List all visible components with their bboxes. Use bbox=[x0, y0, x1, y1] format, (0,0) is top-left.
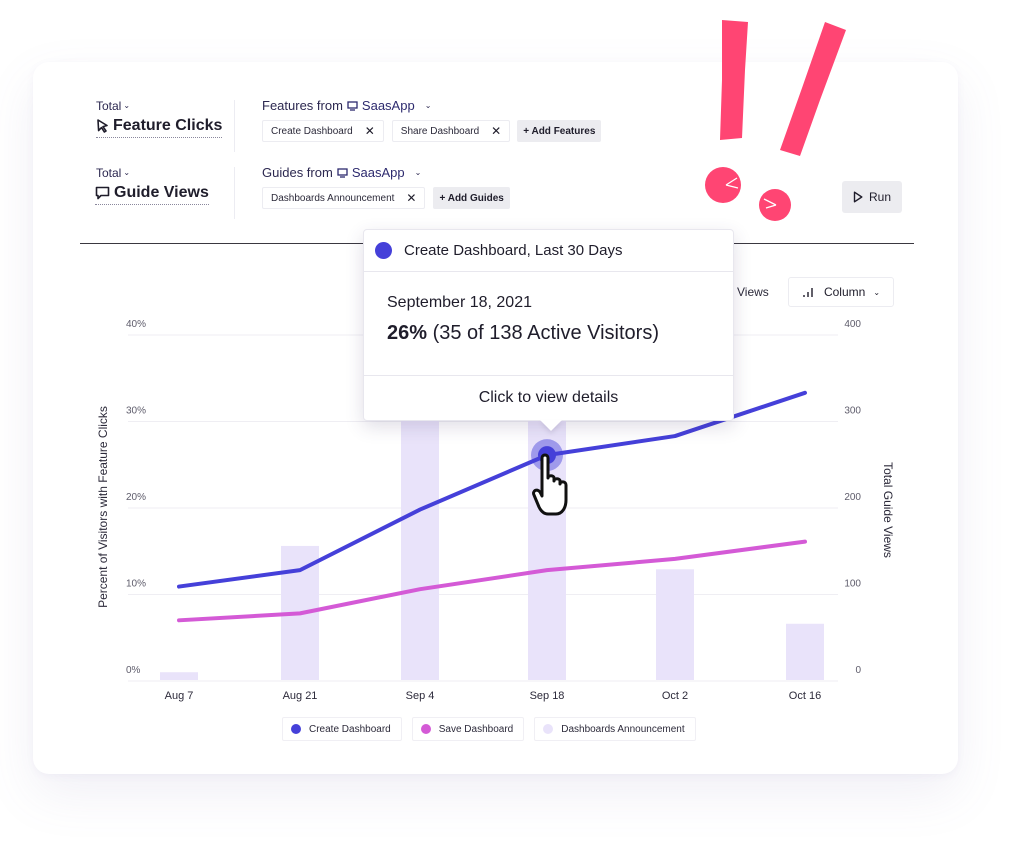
right-axis-tick: 0 bbox=[855, 665, 861, 676]
legend-item-dashboards-announcement[interactable]: Dashboards Announcement bbox=[534, 717, 696, 741]
line-save-dashboard bbox=[177, 539, 807, 623]
left-axis-tick: 0% bbox=[126, 665, 141, 676]
x-axis-tick: Oct 2 bbox=[662, 690, 688, 702]
right-axis-title: Total Guide Views bbox=[881, 462, 895, 558]
left-axis-title: Percent of Visitors with Feature Clicks bbox=[96, 406, 110, 608]
left-axis-tick: 30% bbox=[126, 406, 146, 417]
series-dot bbox=[375, 242, 392, 259]
tooltip-series: Create Dashboard, Last 30 Days bbox=[404, 242, 623, 259]
right-axis-tick: 400 bbox=[844, 319, 861, 330]
tooltip-date: September 18, 2021 bbox=[387, 294, 532, 311]
left-axis-tick: 10% bbox=[126, 579, 146, 590]
x-axis-tick: Sep 4 bbox=[406, 690, 435, 702]
legend-label: Save Dashboard bbox=[438, 723, 514, 735]
right-axis-tick: 300 bbox=[844, 406, 861, 417]
view-details-link[interactable]: Click to view details bbox=[364, 376, 733, 420]
bar-dashboards-announcement bbox=[528, 394, 566, 680]
tooltip-percent: 26% bbox=[387, 322, 428, 344]
exclamation-marks-icon bbox=[705, 20, 846, 221]
legend-item-save-dashboard[interactable]: Save Dashboard bbox=[411, 717, 525, 741]
x-axis-tick: Aug 7 bbox=[165, 690, 194, 702]
legend: Create Dashboard Save Dashboard Dashboar… bbox=[282, 717, 696, 741]
legend-dot bbox=[420, 724, 431, 734]
bar-dashboards-announcement bbox=[786, 623, 824, 680]
bar-dashboards-announcement bbox=[401, 394, 439, 680]
tooltip-body: September 18, 2021 26% (35 of 138 Active… bbox=[364, 272, 733, 376]
tooltip-header: Create Dashboard, Last 30 Days bbox=[364, 230, 733, 272]
tooltip-value: 26% (35 of 138 Active Visitors) bbox=[387, 322, 733, 345]
tooltip-arrow bbox=[540, 420, 562, 431]
left-axis-tick: 20% bbox=[126, 492, 146, 503]
x-axis-tick: Aug 21 bbox=[283, 690, 318, 702]
hand-pointer-icon bbox=[532, 453, 568, 516]
legend-label: Dashboards Announcement bbox=[561, 723, 685, 735]
left-axis-tick: 40% bbox=[126, 319, 146, 330]
right-axis-tick: 100 bbox=[844, 579, 861, 590]
legend-label: Create Dashboard bbox=[309, 723, 391, 735]
x-axis-tick: Oct 16 bbox=[789, 690, 821, 702]
bar-dashboards-announcement bbox=[160, 672, 198, 680]
bar-dashboards-announcement bbox=[656, 569, 694, 680]
chart-tooltip[interactable]: Create Dashboard, Last 30 Days September… bbox=[363, 229, 734, 421]
legend-dot bbox=[291, 724, 301, 734]
legend-item-create-dashboard[interactable]: Create Dashboard bbox=[282, 717, 402, 741]
x-axis-tick: Sep 18 bbox=[530, 690, 565, 702]
tooltip-detail: (35 of 138 Active Visitors) bbox=[432, 322, 659, 344]
legend-dot bbox=[543, 724, 554, 734]
right-axis-tick: 200 bbox=[844, 492, 861, 503]
